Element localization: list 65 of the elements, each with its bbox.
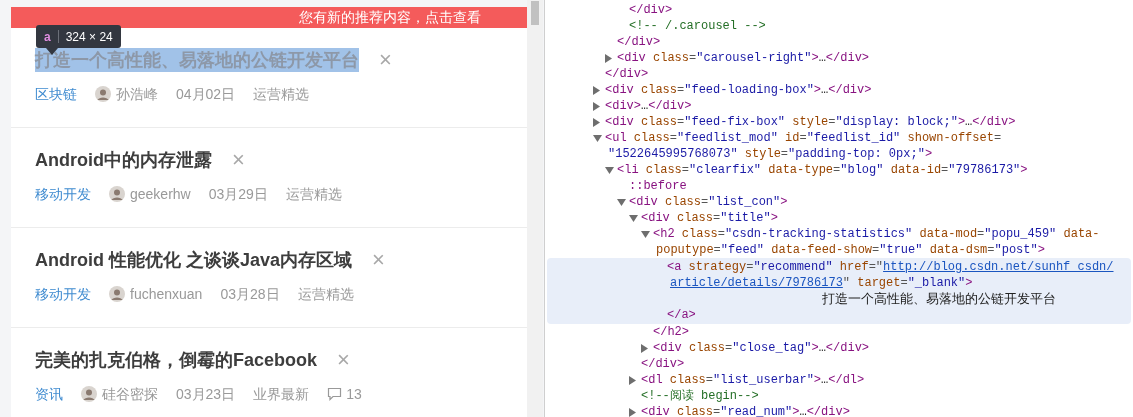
avatar-icon [81, 386, 97, 402]
code-line: 打造一个高性能、易落地的公链开发平台 [822, 291, 1056, 307]
collapse-triangle-icon[interactable] [593, 134, 605, 142]
post-tag: 运营精选 [253, 83, 310, 105]
avatar-icon [109, 186, 125, 202]
author-name[interactable]: fuchenxuan [130, 283, 203, 305]
code-line: <!-- /.carousel --> [629, 18, 766, 34]
code-line: </div> [641, 356, 685, 372]
author-name[interactable]: geekerhw [130, 183, 191, 205]
post-date: 03月23日 [176, 384, 236, 404]
author-name[interactable]: 硅谷密探 [102, 383, 158, 405]
category-link[interactable]: 移动开发 [35, 283, 91, 305]
code-line: <div class="feed-loading-box">…</div> [605, 82, 872, 98]
code-line: <!--阅读 begin--> [641, 388, 759, 404]
code-line: <div class="close_tag">…</div> [653, 340, 870, 356]
collapse-triangle-icon[interactable] [629, 214, 641, 222]
code-line: </div> [605, 66, 649, 82]
article-title[interactable]: Android中的内存泄露 [35, 148, 212, 172]
collapse-triangle-icon[interactable] [617, 198, 629, 206]
category-link[interactable]: 资讯 [35, 383, 63, 405]
author-name[interactable]: 孙浩峰 [116, 83, 158, 105]
post-tag: 运营精选 [297, 283, 354, 305]
code-line: <div class="list_con"> [629, 194, 788, 210]
article-title[interactable]: 完美的扎克伯格，倒霉的Facebook [35, 348, 318, 372]
code-line: <a strategy="recommend" href="http://blog.csdn.net/sunhf_csdn/ [667, 259, 1114, 275]
scrollbar-thumb[interactable] [531, 1, 539, 25]
code-line: <h2 class="csdn-tracking-statistics" data-mod="popu_459" data- [653, 226, 1100, 242]
close-button[interactable]: × [232, 149, 245, 171]
comment-icon [327, 387, 343, 401]
code-line: "1522645995768073" style="padding-top: 0px;"> [608, 146, 933, 162]
code-line: <ul class="feedlist_mod" id="feedlist_id" shown-offset= [605, 130, 1002, 146]
category-link[interactable]: 移动开发 [35, 183, 91, 205]
code-line: </h2> [653, 324, 689, 340]
post-tag: 运营精选 [285, 183, 342, 205]
post-date: 04月02日 [176, 84, 236, 104]
collapse-triangle-icon[interactable] [605, 166, 617, 174]
code-line: <div class="feed-fix-box" style="display: block;">…</div> [605, 114, 1016, 130]
code-line: </div> [629, 2, 673, 18]
avatar-icon [95, 86, 111, 102]
code-line: poputype="feed" data-feed-show="true" data-dsm="post"> [656, 242, 1045, 258]
code-line: <div class="read_num">…</div> [641, 404, 850, 417]
tooltip-size: 324 × 24 [65, 28, 113, 46]
article-title[interactable]: Android 性能优化 之谈谈Java内存区域 [35, 248, 353, 272]
close-button[interactable]: × [372, 249, 385, 271]
post-tag: 业界最新 [253, 383, 310, 405]
post-date: 03月28日 [220, 284, 280, 304]
selected-node-highlight[interactable]: <a strategy="recommend" href="http://blog.csdn.net/sunhf_csdn/ article/details/79786173" target="_blank"> 打造一个高性能、易落地的公链开发平台 </a> [547, 258, 1131, 324]
code-line: ::before [629, 178, 687, 194]
close-button[interactable]: × [337, 349, 350, 371]
code-line: article/details/79786173" target="_blank"> [670, 275, 973, 291]
collapse-triangle-icon[interactable] [641, 230, 653, 238]
avatar-icon [109, 286, 125, 302]
category-link[interactable]: 区块链 [35, 83, 77, 105]
code-line: </div> [617, 34, 661, 50]
code-line: </a> [667, 307, 696, 323]
close-button[interactable]: × [379, 49, 392, 71]
scrollbar[interactable] [527, 0, 543, 417]
post-date: 03月29日 [208, 184, 268, 204]
tooltip-tag: a [44, 27, 51, 46]
code-line: <dl class="list_userbar">…</dl> [641, 372, 865, 388]
code-line: <div class="title"> [641, 210, 778, 226]
code-line: <div class="carousel-right">…</div> [617, 50, 870, 66]
comment-count: 13 [346, 384, 362, 404]
code-line: <li class="clearfix" data-type="blog" data-id="79786173"> [617, 162, 1028, 178]
code-line: <div>…</div> [605, 98, 692, 114]
